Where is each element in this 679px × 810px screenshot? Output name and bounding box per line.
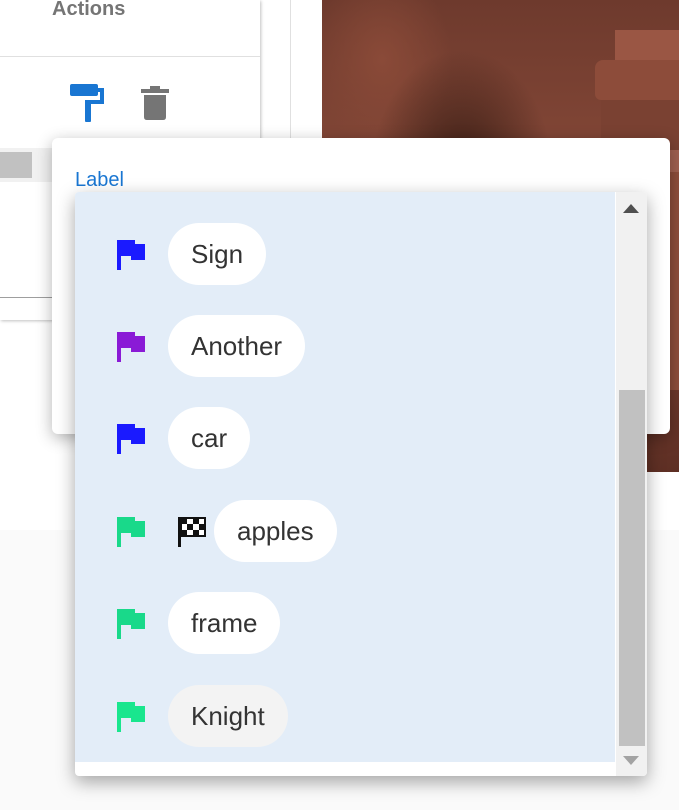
option-label-chip: Knight: [168, 685, 288, 747]
option-knight[interactable]: Knight: [75, 669, 615, 761]
option-car[interactable]: car: [75, 391, 615, 483]
divider: [290, 0, 291, 140]
flag-icon: [117, 609, 145, 639]
option-label-chip: Sign: [168, 223, 267, 285]
option-frame[interactable]: frame: [75, 576, 615, 668]
flag-icon: [117, 517, 145, 547]
horizontal-scrollbar-thumb[interactable]: [0, 152, 32, 178]
vertical-scrollbar-thumb[interactable]: [619, 390, 645, 746]
option-label-chip: Another: [168, 315, 306, 377]
scroll-up-arrow-icon[interactable]: [623, 204, 639, 213]
flag-icon: [117, 332, 145, 362]
option-label-chip: apples: [214, 500, 337, 562]
option-apples[interactable]: apples: [75, 484, 615, 576]
option-sign[interactable]: Sign: [75, 207, 615, 299]
flag-icon: [117, 240, 145, 270]
flag-icon: [117, 702, 145, 732]
actions-column-header: Actions: [52, 0, 126, 20]
option-label-chip: car: [168, 407, 251, 469]
options-list: Sign Another car apples frame Knight: [75, 192, 615, 762]
option-another[interactable]: Another: [75, 299, 615, 391]
label-field-label: Label: [75, 169, 124, 191]
checkered-flag-icon: [178, 517, 206, 547]
paint-roller-icon[interactable]: [70, 84, 104, 122]
label-dropdown-menu: Sign Another car apples frame Knight: [75, 192, 647, 776]
divider: [0, 56, 260, 57]
trash-icon[interactable]: [141, 86, 169, 120]
option-label-chip: frame: [168, 592, 281, 654]
flag-icon: [117, 424, 145, 454]
scroll-down-arrow-icon[interactable]: [623, 756, 639, 765]
